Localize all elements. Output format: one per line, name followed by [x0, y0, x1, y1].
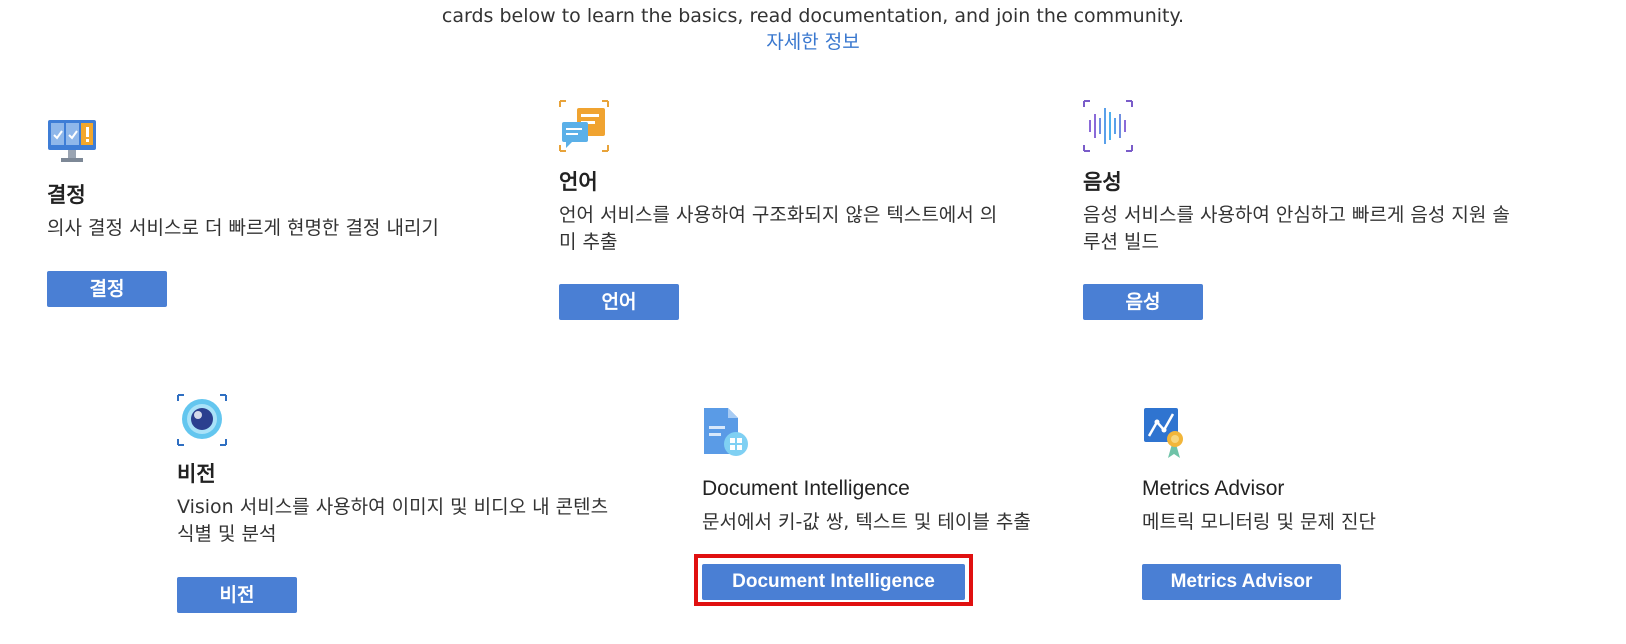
card-title: 비전: [177, 462, 216, 486]
language-button[interactable]: 언어: [559, 284, 679, 320]
decision-button[interactable]: 결정: [47, 271, 167, 307]
card-metrics-advisor: Metrics Advisor 메트릭 모니터링 및 문제 진단 Metrics…: [1142, 406, 1562, 606]
card-decision: 결정 의사 결정 서비스로 더 빠르게 현명한 결정 내리기 결정: [47, 118, 507, 318]
metrics-advisor-button[interactable]: Metrics Advisor: [1142, 564, 1341, 600]
language-chat-icon: [559, 100, 613, 154]
highlight-box: [694, 554, 973, 606]
vision-eye-icon: [177, 394, 231, 448]
card-description: 의사 결정 서비스로 더 빠르게 현명한 결정 내리기: [47, 217, 439, 239]
card-speech: 음성 음성 서비스를 사용하여 안심하고 빠르게 음성 지원 솔루션 빌드 음성: [1083, 100, 1543, 325]
card-title: 결정: [47, 183, 86, 207]
metrics-ribbon-icon: [1142, 406, 1196, 460]
card-title: Metrics Advisor: [1142, 477, 1285, 500]
card-description: 음성 서비스를 사용하여 안심하고 빠르게 음성 지원 솔루션 빌드: [1083, 204, 1510, 253]
card-title: 언어: [559, 170, 598, 194]
card-vision: 비전 Vision 서비스를 사용하여 이미지 및 비디오 내 콘텐츠 식별 및…: [177, 394, 637, 619]
card-description: 메트릭 모니터링 및 문제 진단: [1142, 511, 1376, 533]
learn-more-link[interactable]: 자세한 정보: [0, 30, 1626, 54]
card-description: Vision 서비스를 사용하여 이미지 및 비디오 내 콘텐츠 식별 및 분석: [177, 496, 609, 545]
card-title: 음성: [1083, 170, 1122, 194]
speech-waveform-icon: [1083, 100, 1137, 154]
intro-text: cards below to learn the basics, read do…: [441, 5, 1185, 27]
vision-button[interactable]: 비전: [177, 577, 297, 613]
card-title: Document Intelligence: [702, 477, 910, 500]
card-description: 언어 서비스를 사용하여 구조화되지 않은 텍스트에서 의미 추출: [559, 204, 998, 253]
decision-monitor-icon: [47, 118, 101, 172]
card-description: 문서에서 키-값 쌍, 텍스트 및 테이블 추출: [702, 511, 1031, 533]
document-grid-icon: [702, 406, 756, 460]
card-language: 언어 언어 서비스를 사용하여 구조화되지 않은 텍스트에서 의미 추출 언어: [559, 100, 1019, 325]
speech-button[interactable]: 음성: [1083, 284, 1203, 320]
